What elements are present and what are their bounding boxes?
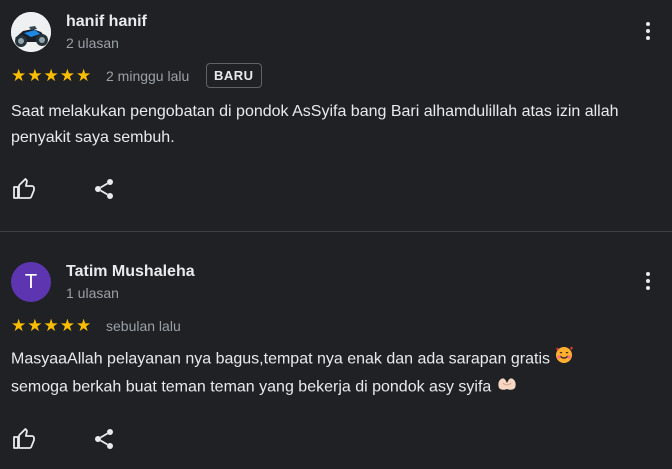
more-vert-icon[interactable] <box>644 272 652 294</box>
review-time: sebulan lalu <box>106 318 181 334</box>
star-rating: ★ ★ ★ ★ ★ <box>11 67 91 84</box>
review-text-line-2: semoga berkah buat teman teman yang beke… <box>11 378 492 396</box>
star-icon: ★ <box>59 66 75 85</box>
reviewer-review-count: 2 ulasan <box>66 35 119 51</box>
reviewer-name[interactable]: Tatim Mushaleha <box>66 263 195 281</box>
more-vert-icon[interactable] <box>644 22 652 44</box>
review-time: 2 minggu lalu <box>106 68 190 84</box>
reviewer-name[interactable]: hanif hanif <box>66 13 147 31</box>
reviewer-avatar[interactable]: T <box>11 262 51 302</box>
new-badge: BARU <box>206 63 262 88</box>
star-icon: ★ <box>27 316 43 335</box>
star-icon: ★ <box>11 316 27 335</box>
review-card: hanif hanif 2 ulasan ★ ★ ★ ★ ★ 2 minggu … <box>0 0 672 231</box>
star-icon: ★ <box>43 66 59 85</box>
reviewer-avatar[interactable] <box>11 12 51 52</box>
heart-hands-icon <box>496 374 518 401</box>
star-icon: ★ <box>43 316 59 335</box>
thumb-up-icon[interactable] <box>12 427 36 451</box>
reviewer-review-count: 1 ulasan <box>66 285 119 301</box>
share-icon[interactable] <box>92 427 116 451</box>
review-text-line-1: MasyaaAllah pelayanan nya bagus,tempat n… <box>11 350 551 368</box>
star-icon: ★ <box>59 316 75 335</box>
smiling-face-with-hearts-icon <box>554 345 574 374</box>
star-rating: ★ ★ ★ ★ ★ <box>11 317 91 334</box>
star-icon: ★ <box>11 66 27 85</box>
star-icon: ★ <box>76 66 92 85</box>
star-icon: ★ <box>76 316 92 335</box>
review-card: T Tatim Mushaleha 1 ulasan ★ ★ ★ ★ ★ seb… <box>0 232 672 469</box>
star-icon: ★ <box>27 66 43 85</box>
thumb-up-icon[interactable] <box>12 177 36 201</box>
review-text: Saat melakukan pengobatan di pondok AsSy… <box>11 103 619 146</box>
share-icon[interactable] <box>92 177 116 201</box>
review-text: MasyaaAllah pelayanan nya bagus,tempat n… <box>11 345 651 401</box>
